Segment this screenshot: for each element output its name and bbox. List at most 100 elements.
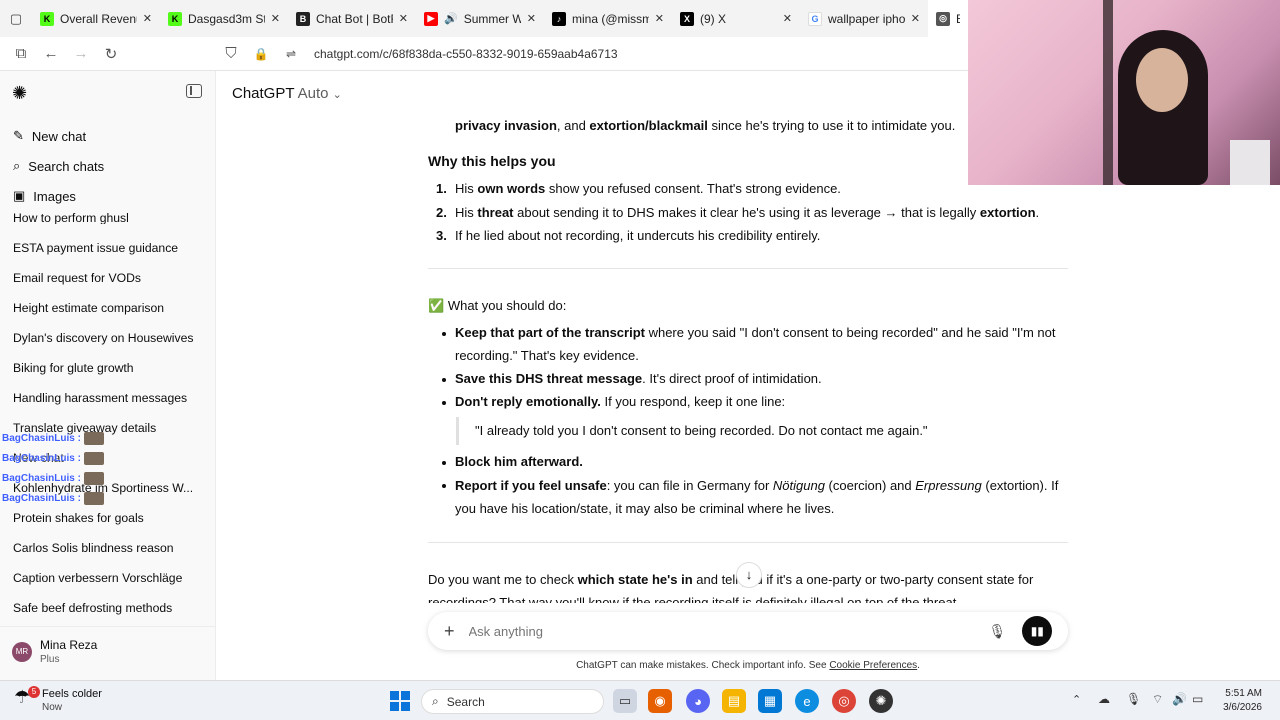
chat-list-item[interactable]: How to perform ghusl (13, 211, 203, 224)
chevron-up-icon[interactable]: ⌃ (1072, 693, 1081, 706)
search-chats-label: Search chats (28, 158, 105, 174)
microphone-icon[interactable]: 🎙 (989, 623, 1007, 640)
close-icon[interactable]: ✕ (655, 12, 664, 25)
chat-list-item[interactable]: Protein shakes for goals (13, 511, 203, 525)
edge-icon[interactable]: e (795, 689, 819, 713)
tab-title: mina (@missmeer (572, 11, 649, 26)
user-name: Mina Reza (40, 638, 98, 652)
chat-list-item[interactable]: Dylan's discovery on Housewives (13, 331, 203, 345)
bullet-item: Report if you feel unsafe: you can file … (455, 478, 1059, 493)
tab-favicon-icon: K (168, 11, 182, 26)
new-chat-button[interactable]: ✎ New chat (13, 128, 86, 144)
bullet (442, 461, 446, 465)
firefox-icon[interactable]: ◉ (648, 689, 672, 713)
tab-title: Summer Walk (463, 11, 521, 26)
chat-list-item[interactable]: ESTA payment issue guidance (13, 241, 203, 255)
user-profile-button[interactable]: MR Mina Reza Plus (12, 638, 97, 665)
browser-tab[interactable]: ▶ 🔊 Summer Walk ✕ (416, 0, 544, 37)
message-paragraph: privacy invasion, and extortion/blackmai… (455, 118, 956, 133)
chat-list-item[interactable]: Caption verbessern Vorschläge (13, 571, 203, 585)
close-icon[interactable]: ✕ (911, 12, 920, 25)
app-icon[interactable]: ✺ (869, 689, 893, 713)
list-number: 1. (436, 181, 447, 196)
file-explorer-icon[interactable]: ▤ (722, 689, 746, 713)
model-selector[interactable]: ChatGPT Auto ⌄ (232, 85, 342, 102)
chevron-down-icon: ⌄ (332, 89, 342, 101)
search-icon: ⌕ (13, 158, 21, 173)
chat-list-item[interactable]: Email request for VODs (13, 271, 203, 285)
close-icon[interactable]: ✕ (143, 12, 152, 25)
taskbar: ☂ 5 Feels colder Now ⌕ Search ▭ ◉ ◕ ▤ ▦ e… (0, 680, 1280, 720)
browser-tab[interactable]: K Overall Revenue - ✕ (32, 0, 160, 37)
browser-tab[interactable]: X (9) X ✕ (672, 0, 800, 37)
followup-question: Do you want me to check which state he's… (428, 572, 1034, 587)
battery-icon[interactable]: ▭ (1192, 692, 1203, 706)
blockquote: "I already told you I don't consent to b… (456, 417, 1076, 445)
prompt-input[interactable] (468, 623, 969, 639)
model-mode: Auto (297, 85, 329, 102)
close-icon[interactable]: ✕ (527, 12, 536, 25)
overlay-emote-icon (83, 472, 104, 485)
browser-tab-active[interactable]: ◎B (928, 0, 968, 37)
task-view-icon[interactable]: ▭ (613, 689, 637, 713)
wifi-icon[interactable]: ⌔ (1152, 692, 1163, 707)
chrome-icon[interactable]: ◎ (832, 689, 856, 713)
browser-tab[interactable]: Gwallpaper iphone ✕ (800, 0, 928, 37)
sidebar-toggle-icon[interactable] (186, 84, 202, 98)
taskbar-search[interactable]: ⌕ Search (421, 689, 604, 714)
model-name: ChatGPT (232, 85, 295, 102)
browser-tab[interactable]: ♪ mina (@missmeer ✕ (544, 0, 672, 37)
tab-favicon-icon: X (680, 11, 694, 26)
chat-list-item[interactable]: Carlos Solis blindness reason (13, 541, 203, 555)
divider (428, 542, 1068, 543)
new-tab-icon[interactable]: ⧉ (6, 45, 36, 62)
close-icon[interactable]: ✕ (399, 12, 408, 25)
tab-actions-icon[interactable]: ▢ (0, 0, 32, 37)
bullet (442, 332, 446, 336)
numbered-item: His threat about sending it to DHS makes… (455, 205, 1040, 220)
weather-badge: 5 (28, 686, 40, 698)
shield-icon[interactable]: ⛉ (216, 45, 246, 62)
cookie-preferences-link[interactable]: Cookie Preferences (829, 660, 917, 671)
tab-title: wallpaper iphone (828, 11, 905, 26)
site-settings-icon[interactable]: ⇌ (276, 47, 306, 61)
plus-icon[interactable]: + (444, 621, 455, 642)
speaker-icon[interactable]: 🔊 (444, 12, 458, 25)
search-chats-button[interactable]: ⌕ Search chats (13, 158, 104, 174)
tray-app-icon[interactable]: ☁ (1098, 692, 1110, 706)
windows-start-icon[interactable] (388, 689, 412, 713)
weather-title[interactable]: Feels colder (42, 688, 102, 700)
tab-favicon-icon: G (808, 11, 822, 26)
voice-mode-button[interactable]: ▮▮ (1022, 616, 1053, 646)
volume-icon[interactable]: 🔊 (1172, 692, 1187, 706)
clock-date[interactable]: 3/6/2026 (1212, 702, 1262, 713)
scroll-down-icon[interactable]: ↓ (736, 562, 762, 588)
clock-time[interactable]: 5:51 AM (1218, 688, 1262, 699)
reload-icon[interactable]: ↻ (96, 45, 126, 63)
chat-list-item[interactable]: Handling harassment messages (13, 391, 203, 405)
stream-overlay-message: BagChasinLuis : (2, 452, 104, 465)
stream-overlay-message: BagChasinLuis : (2, 432, 104, 445)
browser-tab[interactable]: B Chat Bot | BotRix - ✕ (288, 0, 416, 37)
chat-list-item[interactable]: Height estimate comparison (13, 301, 203, 315)
mic-stand (1103, 0, 1113, 185)
tab-title: Dasgasd3m Stream (188, 11, 265, 26)
chat-list-item[interactable]: Biking for glute growth (13, 361, 203, 375)
forward-icon[interactable]: → (66, 45, 96, 62)
images-button[interactable]: ▣ Images (13, 188, 76, 204)
browser-tab[interactable]: K Dasgasd3m Stream ✕ (160, 0, 288, 37)
bullet-item: Don't reply emotionally. If you respond,… (455, 394, 786, 409)
avatar: MR (12, 641, 32, 662)
close-icon[interactable]: ✕ (271, 12, 280, 25)
discord-icon[interactable]: ◕ (686, 689, 710, 713)
lock-icon[interactable]: 🔒 (246, 47, 276, 61)
url-field[interactable]: chatgpt.com/c/68f838da-c550-8332-9019-65… (314, 47, 618, 61)
overlay-emote-icon (83, 492, 104, 505)
chat-list-item[interactable]: Safe beef defrosting methods (13, 601, 203, 615)
microphone-icon[interactable]: 🎙 (1126, 692, 1141, 706)
store-icon[interactable]: ▦ (758, 689, 782, 713)
bullet-item-cont: you have his location/state, it may also… (455, 501, 835, 516)
close-icon[interactable]: ✕ (783, 12, 792, 25)
back-icon[interactable]: ← (36, 45, 66, 62)
openai-logo-icon[interactable]: ✺ (12, 83, 32, 103)
